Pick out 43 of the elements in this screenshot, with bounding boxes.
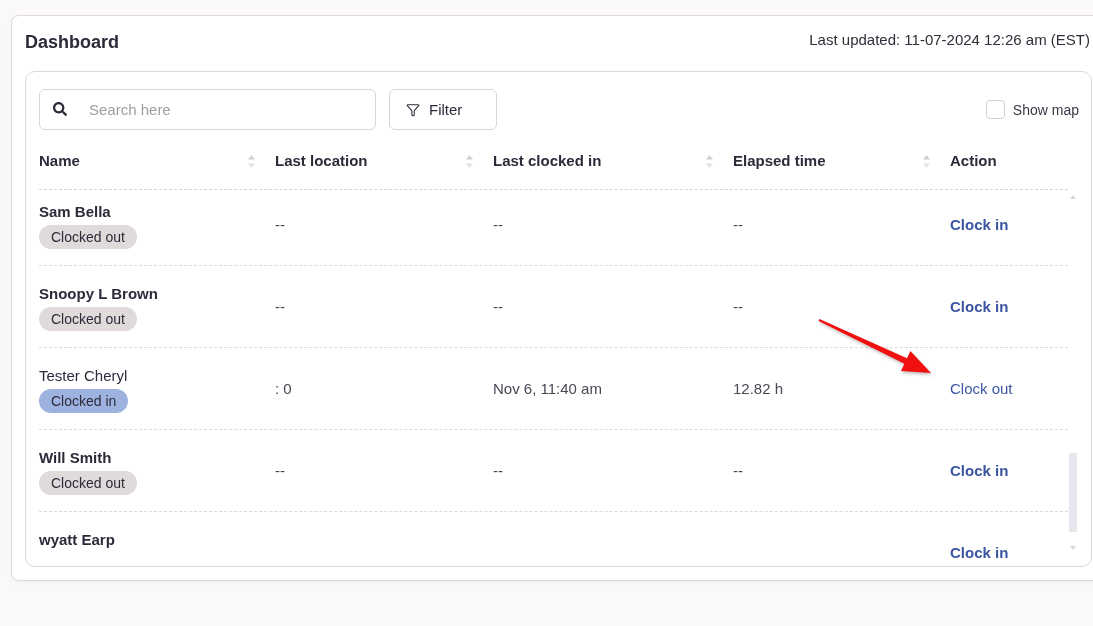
location-text: --: [275, 215, 285, 234]
employee-name: Tester Cheryl: [39, 366, 128, 386]
sort-icon[interactable]: [706, 154, 713, 168]
sort-icon[interactable]: [466, 154, 473, 168]
page-title: Dashboard: [25, 31, 120, 53]
employee-name: Sam Bella: [39, 202, 111, 222]
clocked-in-time-text: Nov 6, 11:40 am: [493, 379, 602, 398]
filter-button[interactable]: Filter: [389, 89, 497, 130]
status-badge: Clocked out: [39, 307, 137, 331]
column-header: Action: [950, 152, 997, 170]
status-badge: Clocked out: [39, 471, 137, 495]
column-header[interactable]: Last location: [275, 152, 368, 170]
show-map-label: Show map: [1012, 101, 1079, 118]
elapsed-time-text: --: [733, 461, 743, 480]
search-icon: [53, 102, 67, 116]
sort-icon[interactable]: [923, 154, 930, 168]
show-map-checkbox[interactable]: [985, 100, 1005, 119]
action-link[interactable]: Clock in: [950, 461, 1009, 480]
employee-name: Snoopy L Brown: [39, 284, 158, 304]
action-link[interactable]: Clock in: [950, 215, 1009, 234]
last-updated-text: Last updated: 11-07-2024 12:26 am (EST): [809, 31, 1090, 49]
clocked-in-time-text: --: [493, 215, 503, 234]
location-text: --: [275, 461, 285, 480]
clocked-in-time-text: --: [493, 461, 503, 480]
action-link[interactable]: Clock out: [950, 379, 1013, 398]
search-field[interactable]: Search here: [39, 89, 376, 130]
column-header[interactable]: Name: [39, 152, 80, 170]
elapsed-time-text: --: [733, 297, 743, 316]
location-text: : 0: [275, 379, 292, 398]
action-link[interactable]: Clock in: [950, 297, 1009, 316]
status-badge: Clocked out: [39, 225, 137, 249]
location-text: --: [275, 297, 285, 316]
column-header[interactable]: Elapsed time: [733, 152, 826, 170]
action-link[interactable]: Clock in: [950, 543, 1009, 562]
clocked-in-time-text: --: [493, 297, 503, 316]
filter-icon: [406, 102, 420, 117]
status-badge: Clocked in: [39, 389, 129, 413]
elapsed-time-text: 12.82 h: [733, 379, 784, 398]
sort-icon[interactable]: [248, 154, 255, 168]
employee-name: wyatt Earp: [39, 530, 115, 550]
employee-name: Will Smith: [39, 448, 112, 468]
column-header[interactable]: Last clocked in: [493, 152, 602, 170]
elapsed-time-text: --: [733, 215, 743, 234]
